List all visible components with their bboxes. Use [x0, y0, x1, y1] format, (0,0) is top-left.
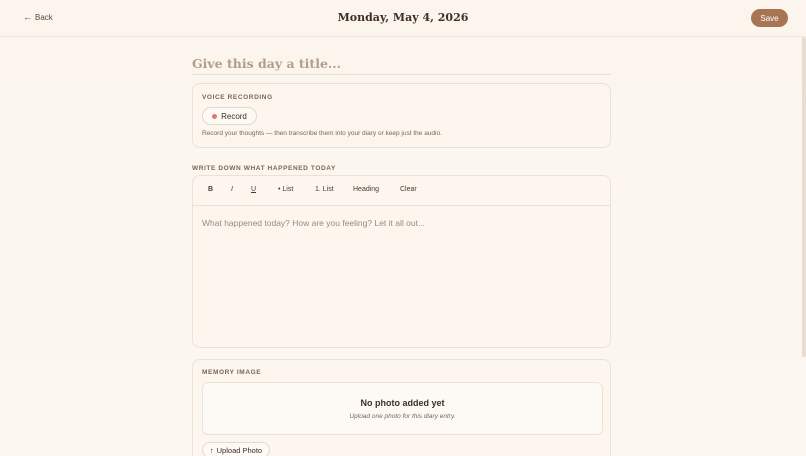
photo-placeholder: No photo added yet Upload one photo for … [202, 382, 603, 435]
heading-button[interactable]: Heading [353, 186, 379, 193]
upload-photo-button[interactable]: ↑ Upload Photo [202, 442, 270, 456]
title-input[interactable] [192, 53, 611, 75]
no-photo-title: No photo added yet [360, 398, 445, 408]
save-button[interactable]: Save [751, 9, 788, 27]
italic-button[interactable]: I [231, 186, 233, 193]
photo-help-text: Upload one photo for this diary entry. [349, 413, 456, 420]
formatting-toolbar: B I U • List 1. List Heading Clear [193, 176, 610, 206]
top-bar: ← Back Monday, May 4, 2026 Save [0, 0, 806, 37]
scrollbar[interactable] [802, 37, 806, 357]
underline-button[interactable]: U [251, 186, 256, 193]
arrow-up-icon: ↑ [209, 445, 214, 455]
numbered-list-button[interactable]: 1. List [315, 186, 334, 193]
bullet-list-button[interactable]: • List [278, 186, 293, 193]
voice-recording-label: VOICE RECORDING [202, 94, 273, 101]
diary-text-area[interactable] [202, 218, 602, 338]
record-label: Record [221, 111, 247, 121]
record-button[interactable]: Record [202, 107, 257, 125]
clear-button[interactable]: Clear [400, 186, 417, 193]
upload-label: Upload Photo [216, 445, 263, 455]
diary-editor-card: B I U • List 1. List Heading Clear [192, 175, 611, 348]
memory-image-label: MEMORY IMAGE [202, 369, 262, 376]
voice-recording-card: VOICE RECORDING Record Record your thoug… [192, 83, 611, 148]
voice-help-text: Record your thoughts — then transcribe t… [202, 130, 442, 137]
page-title: Monday, May 4, 2026 [337, 11, 469, 24]
record-dot-icon [212, 113, 218, 119]
diary-section-label: WRITE DOWN WHAT HAPPENED TODAY [192, 165, 336, 172]
memory-image-card: MEMORY IMAGE No photo added yet Upload o… [192, 359, 611, 456]
bold-button[interactable]: B [208, 186, 213, 193]
